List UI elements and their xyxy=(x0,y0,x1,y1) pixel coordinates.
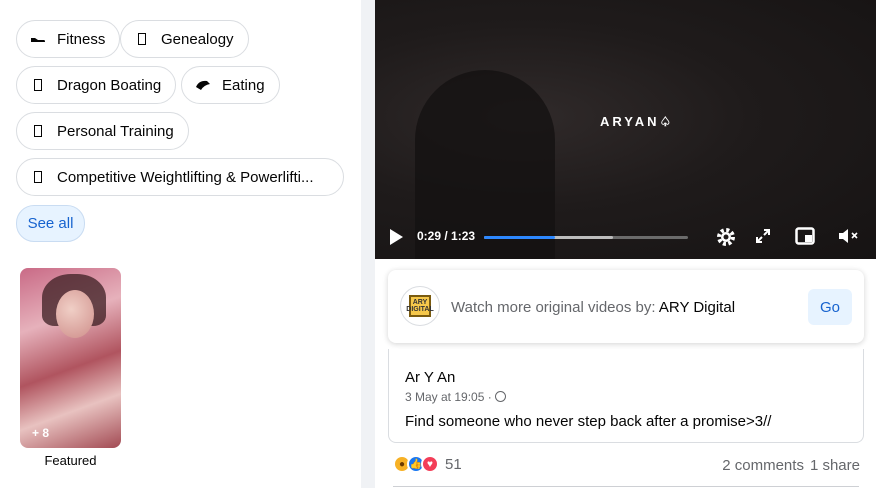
interest-label: Personal Training xyxy=(57,122,174,140)
interest-chip-genealogy[interactable]: Genealogy xyxy=(120,20,249,58)
column-divider xyxy=(361,0,375,488)
ary-digital-logo[interactable]: ARY DIGITAL xyxy=(400,286,440,326)
promo-text: Watch more original videos by: ARY Digit… xyxy=(451,299,736,316)
post-author[interactable]: Ar Y An xyxy=(405,369,455,386)
see-all-button[interactable]: See all xyxy=(16,205,85,242)
interest-label: Competitive Weightlifting & Powerlifti..… xyxy=(57,168,314,186)
comments-link[interactable]: 2 comments xyxy=(722,457,804,474)
video-watermark: ARYAN♤ xyxy=(600,114,675,129)
gear-icon[interactable] xyxy=(715,226,737,252)
interest-label: Fitness xyxy=(57,30,106,48)
burrito-icon xyxy=(194,77,212,93)
post-text: Find someone who never step back after a… xyxy=(405,413,772,430)
left-panel: Fitness Genealogy Dragon Boating Eating … xyxy=(0,0,361,488)
watch-more-promo: ARY DIGITAL Watch more original videos b… xyxy=(388,270,864,343)
interest-chip-eating[interactable]: Eating xyxy=(181,66,280,104)
story-count: + 8 xyxy=(32,426,50,440)
reaction-count: 51 xyxy=(445,455,462,473)
video-time: 0:29 / 1:23 xyxy=(417,229,476,243)
missing-glyph-icon xyxy=(29,169,47,185)
post-panel: ARYAN♤ 0:29 / 1:23 ARY DIGITAL Watch mor… xyxy=(375,0,878,488)
mute-icon[interactable] xyxy=(837,227,859,249)
channel-link[interactable]: ARY Digital xyxy=(659,299,735,316)
interest-label: Genealogy xyxy=(161,30,234,48)
video-controls: 0:29 / 1:23 xyxy=(375,215,876,259)
missing-glyph-icon xyxy=(29,77,47,93)
interest-chip-fitness[interactable]: Fitness xyxy=(16,20,121,58)
video-progress-bar[interactable] xyxy=(484,236,688,239)
missing-glyph-icon xyxy=(29,123,47,139)
love-reaction-icon: ♥ xyxy=(421,455,439,473)
sneaker-icon xyxy=(29,31,47,47)
progress-fill xyxy=(484,236,556,239)
interest-chip-weightlifting[interactable]: Competitive Weightlifting & Powerlifti..… xyxy=(16,158,344,196)
divider-line xyxy=(393,486,859,487)
picture-in-picture-icon[interactable] xyxy=(795,227,815,249)
engagement-stats: 2 comments 1 share xyxy=(722,457,860,474)
post-card: Ar Y An 3 May at 19:05 · Find someone wh… xyxy=(388,349,864,443)
play-icon[interactable] xyxy=(390,229,403,245)
interest-label: Eating xyxy=(222,76,265,94)
interest-chip-dragon-boating[interactable]: Dragon Boating xyxy=(16,66,177,104)
fullscreen-icon[interactable] xyxy=(755,228,771,248)
globe-icon xyxy=(494,391,506,402)
go-button[interactable]: Go xyxy=(808,289,852,325)
missing-glyph-icon xyxy=(133,31,151,47)
shares-link[interactable]: 1 share xyxy=(810,457,860,474)
interest-chip-personal-training[interactable]: Personal Training xyxy=(16,112,189,150)
video-player[interactable]: ARYAN♤ 0:29 / 1:23 xyxy=(375,0,876,259)
reactions-summary[interactable]: ● 👍 ♥ 51 xyxy=(393,455,462,473)
interest-label: Dragon Boating xyxy=(57,76,162,94)
featured-caption: Featured xyxy=(44,453,97,468)
post-timestamp: 3 May at 19:05 · xyxy=(405,390,506,404)
featured-story-thumbnail[interactable]: + 8 xyxy=(20,268,121,448)
